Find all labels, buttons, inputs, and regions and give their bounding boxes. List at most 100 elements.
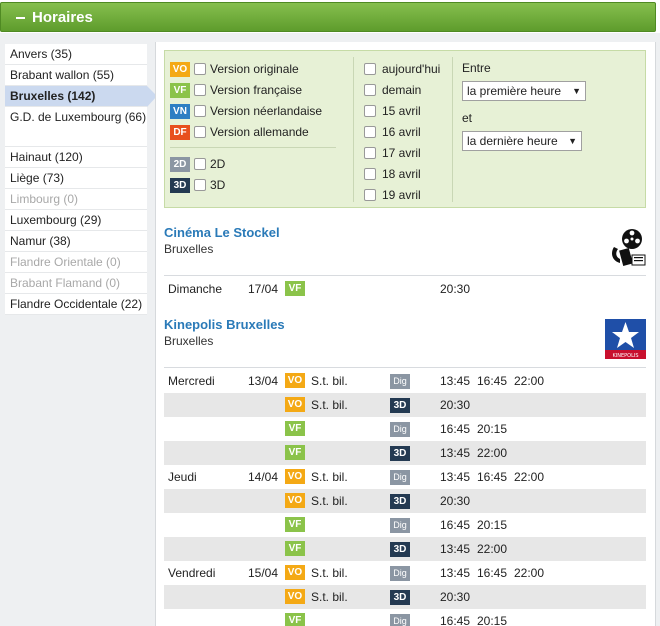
film-reel-logo-icon [608,227,646,267]
region-item[interactable]: Liège (73) [5,168,147,189]
showtime-link[interactable]: 20:30 [440,398,470,412]
showtime-link[interactable]: 22:00 [477,446,507,460]
showtime-link[interactable]: 16:45 [477,566,507,580]
showtime-link[interactable]: 13:45 [440,446,470,460]
filter-label: demain [382,83,422,97]
showtime-link[interactable]: 13:45 [440,470,470,484]
date-cell: 15/04 [248,566,279,580]
table-row: Jeudi 14/04 VO S.t. bil. Dig 13:45 16:45… [164,465,646,489]
showtime-link[interactable]: 13:45 [440,374,470,388]
horaires-header[interactable]: Horaires [0,2,656,32]
filter-day[interactable]: 19 avril [364,186,421,204]
format-badge: 3D [390,398,410,413]
filter-label: 19 avril [382,188,421,202]
format-badge: Dig [390,518,410,533]
showtime-link[interactable]: 22:00 [477,542,507,556]
start-time-select[interactable]: la première heure ▼ [462,81,586,101]
filter-version-df[interactable]: DF Version allemande [170,123,309,141]
checkbox[interactable] [194,84,206,96]
language-badge: VO [285,397,305,412]
showtime-link[interactable]: 16:45 [440,518,470,532]
cinema-divider [164,275,646,276]
showtime-link[interactable]: 16:45 [477,470,507,484]
format-badge: 3D [390,590,410,605]
showtime-link[interactable]: 20:15 [477,614,507,626]
filter-label: 18 avril [382,167,421,181]
showtime-link[interactable]: 13:45 [440,542,470,556]
table-row: VF Dig 16:45 20:15 [164,609,646,626]
checkbox[interactable] [364,168,376,180]
filter-day[interactable]: 18 avril [364,165,421,183]
checkbox[interactable] [194,105,206,117]
format-badge: 3D [390,542,410,557]
language-badge: VO [285,493,305,508]
filter-label: Version néerlandaise [210,104,323,118]
showtime-link[interactable]: 16:45 [440,614,470,626]
end-time-select[interactable]: la dernière heure ▼ [462,131,582,151]
filter-label: Version originale [210,62,299,76]
region-item[interactable]: Hainaut (120) [5,147,147,168]
showtime-link[interactable]: 13:45 [440,566,470,580]
filter-day[interactable]: 17 avril [364,144,421,162]
vo-badge: VO [170,61,190,77]
region-item-selected[interactable]: Bruxelles (142) [5,86,157,107]
showtime-link[interactable]: 20:30 [440,590,470,604]
table-row: Dimanche 17/04 VF 20:30 [164,277,646,301]
table-row: VF 3D 13:45 22:00 [164,537,646,561]
checkbox[interactable] [194,63,206,75]
filter-day[interactable]: aujourd'hui [364,60,440,78]
filter-box: VO Version originale VF Version français… [164,50,646,208]
showtime-link[interactable]: 22:00 [514,374,544,388]
showtime-link[interactable]: 22:00 [514,470,544,484]
region-item[interactable]: Flandre Occidentale (22) [5,294,147,315]
entre-label: Entre [462,61,491,75]
language-badge: VF [285,445,305,460]
filter-day[interactable]: 15 avril [364,102,421,120]
checkbox[interactable] [364,63,376,75]
language-badge: VF [285,517,305,532]
2d-badge: 2D [170,156,190,172]
filter-day[interactable]: demain [364,81,421,99]
filter-label: 16 avril [382,125,421,139]
dropdown-arrow-icon: ▼ [568,136,577,146]
checkbox[interactable] [364,105,376,117]
cinema-name-link[interactable]: Cinéma Le Stockel [164,225,280,240]
showtime-link[interactable]: 22:00 [514,566,544,580]
checkbox[interactable] [364,189,376,201]
checkbox[interactable] [194,126,206,138]
checkbox[interactable] [194,158,206,170]
region-item[interactable]: Brabant wallon (55) [5,65,147,86]
filter-format-3d[interactable]: 3D 3D [170,176,225,194]
showtime-link[interactable]: 16:45 [477,374,507,388]
filter-version-vo[interactable]: VO Version originale [170,60,299,78]
filter-label: Version française [210,83,303,97]
language-badge: VF [285,281,305,296]
showtime-link[interactable]: 16:45 [440,422,470,436]
showtime-link[interactable]: 20:15 [477,422,507,436]
region-item[interactable]: Namur (38) [5,231,147,252]
filter-day[interactable]: 16 avril [364,123,421,141]
checkbox[interactable] [364,126,376,138]
filter-version-vf[interactable]: VF Version française [170,81,302,99]
collapse-icon[interactable] [16,17,25,19]
region-item[interactable]: Luxembourg (29) [5,210,147,231]
subtitle-cell: S.t. bil. [311,398,348,412]
language-badge: VF [285,613,305,626]
language-badge: VF [285,541,305,556]
showtime-link[interactable]: 20:30 [440,282,470,296]
showtime-link[interactable]: 20:30 [440,494,470,508]
subtitle-cell: S.t. bil. [311,470,348,484]
day-cell: Mercredi [168,374,215,388]
format-badge: Dig [390,566,410,581]
checkbox[interactable] [194,179,206,191]
showtime-link[interactable]: 20:15 [477,518,507,532]
filter-format-2d[interactable]: 2D 2D [170,155,225,173]
region-item[interactable]: G.D. de Luxembourg (66) [5,107,147,147]
checkbox[interactable] [364,84,376,96]
select-value: la première heure [467,84,562,98]
cinema-name-link[interactable]: Kinepolis Bruxelles [164,317,285,332]
filter-version-vn[interactable]: VN Version néerlandaise [170,102,322,120]
filter-label: 17 avril [382,146,421,160]
region-item[interactable]: Anvers (35) [5,44,147,65]
checkbox[interactable] [364,147,376,159]
